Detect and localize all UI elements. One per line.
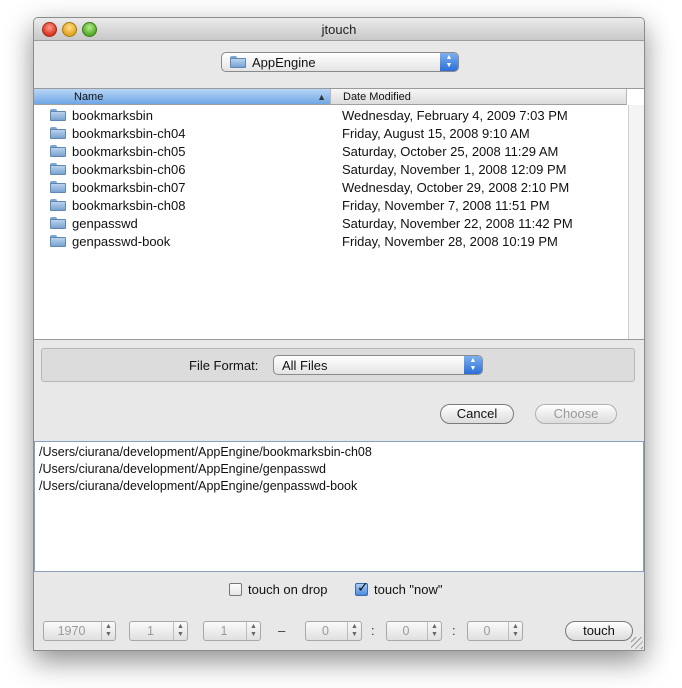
file-row[interactable]: bookmarksbin Wednesday, February 4, 2009 … xyxy=(34,107,627,125)
path-line: /Users/ciurana/development/AppEngine/gen… xyxy=(39,479,358,493)
folder-icon xyxy=(50,235,66,247)
day-value: 1 xyxy=(220,624,228,638)
file-name: genpasswd-book xyxy=(50,233,170,251)
file-name-label: genpasswd-book xyxy=(72,234,171,249)
checkmark-icon: ✓ xyxy=(357,579,369,595)
file-row[interactable]: genpasswd Saturday, November 22, 2008 11:… xyxy=(34,215,627,233)
second-value: 0 xyxy=(483,624,491,638)
file-row[interactable]: bookmarksbin-ch06 Saturday, November 1, 2… xyxy=(34,161,627,179)
file-name: bookmarksbin-ch04 xyxy=(50,125,185,143)
file-row[interactable]: bookmarksbin-ch07 Wednesday, October 29, … xyxy=(34,179,627,197)
stepper-arrows-icon[interactable]: ▲ ▼ xyxy=(246,622,260,640)
path-line: /Users/ciurana/development/AppEngine/boo… xyxy=(39,445,372,459)
file-name-label: bookmarksbin-ch05 xyxy=(72,144,186,159)
folder-icon xyxy=(50,109,66,121)
folder-icon xyxy=(50,163,66,175)
day-spinner[interactable]: 1 ▲ ▼ xyxy=(203,621,261,641)
month-spinner[interactable]: 1 ▲ ▼ xyxy=(129,621,188,641)
file-format-panel: File Format: All Files ▲ ▼ xyxy=(41,348,635,382)
app-window: jtouch AppEngine ▲ ▼ Name ▲ Date Modified… xyxy=(33,17,645,651)
file-browser[interactable]: Name ▲ Date Modified bookmarksbin Wednesd… xyxy=(34,88,644,340)
minute-value: 0 xyxy=(402,624,410,638)
file-row[interactable]: bookmarksbin-ch05 Saturday, October 25, 2… xyxy=(34,143,627,161)
file-date: Saturday, November 1, 2008 12:09 PM xyxy=(342,162,567,177)
folder-icon xyxy=(50,199,66,211)
file-name: bookmarksbin-ch07 xyxy=(50,179,185,197)
file-date: Saturday, November 22, 2008 11:42 PM xyxy=(342,216,573,231)
file-date: Friday, August 15, 2008 9:10 AM xyxy=(342,126,530,141)
file-date: Saturday, October 25, 2008 11:29 AM xyxy=(342,144,559,159)
path-line: /Users/ciurana/development/AppEngine/gen… xyxy=(39,462,326,476)
browser-scrollbar[interactable] xyxy=(628,105,644,339)
folder-icon xyxy=(50,127,66,139)
choose-button[interactable]: Choose xyxy=(535,404,617,424)
file-date: Wednesday, October 29, 2008 2:10 PM xyxy=(342,180,570,195)
file-name-label: bookmarksbin-ch04 xyxy=(72,126,186,141)
file-format-value: All Files xyxy=(282,358,328,373)
file-name: bookmarksbin-ch05 xyxy=(50,143,185,161)
updown-arrows-icon: ▲ ▼ xyxy=(440,53,458,71)
hour-spinner[interactable]: 0 ▲ ▼ xyxy=(305,621,362,641)
file-row[interactable]: genpasswd-book Friday, November 28, 2008 … xyxy=(34,233,627,251)
file-date: Friday, November 7, 2008 11:51 PM xyxy=(342,198,550,213)
stepper-arrows-icon[interactable]: ▲ ▼ xyxy=(347,622,361,640)
time-colon: : xyxy=(371,623,375,638)
folder-icon xyxy=(230,56,246,68)
folder-icon xyxy=(50,217,66,229)
time-colon: : xyxy=(452,623,456,638)
stepper-arrows-icon[interactable]: ▲ ▼ xyxy=(427,622,441,640)
window-title: jtouch xyxy=(321,22,357,37)
file-date: Friday, November 28, 2008 10:19 PM xyxy=(342,234,558,249)
touch-on-drop-checkbox[interactable] xyxy=(229,583,242,596)
stepper-arrows-icon[interactable]: ▲ ▼ xyxy=(101,622,115,640)
column-header-date[interactable]: Date Modified xyxy=(331,89,627,105)
folder-icon xyxy=(50,181,66,193)
file-name: bookmarksbin-ch06 xyxy=(50,161,185,179)
minute-spinner[interactable]: 0 ▲ ▼ xyxy=(386,621,442,641)
sort-ascending-icon: ▲ xyxy=(317,92,326,102)
column-name-label: Name xyxy=(74,91,104,103)
stepper-arrows-icon[interactable]: ▲ ▼ xyxy=(508,622,522,640)
file-name: bookmarksbin-ch08 xyxy=(50,197,185,215)
date-time-separator: – xyxy=(278,623,286,638)
file-name-label: bookmarksbin-ch07 xyxy=(72,180,186,195)
stepper-arrows-icon[interactable]: ▲ ▼ xyxy=(173,622,187,640)
touch-now-label: touch "now" xyxy=(374,582,443,597)
location-label: AppEngine xyxy=(252,55,316,70)
updown-arrows-icon: ▲ ▼ xyxy=(464,356,482,374)
file-name-label: bookmarksbin xyxy=(72,108,153,123)
file-name: genpasswd xyxy=(50,215,138,233)
selected-paths-textarea[interactable]: /Users/ciurana/development/AppEngine/boo… xyxy=(34,441,644,572)
hour-value: 0 xyxy=(322,624,329,638)
file-format-popup[interactable]: All Files ▲ ▼ xyxy=(273,355,483,375)
year-spinner[interactable]: 1970 ▲ ▼ xyxy=(43,621,116,641)
file-row[interactable]: bookmarksbin-ch08 Friday, November 7, 200… xyxy=(34,197,627,215)
file-name-label: genpasswd xyxy=(72,216,138,231)
location-popup[interactable]: AppEngine ▲ ▼ xyxy=(221,52,459,72)
file-date: Wednesday, February 4, 2009 7:03 PM xyxy=(342,108,568,123)
touch-now-checkbox[interactable]: ✓ xyxy=(355,579,369,596)
file-row[interactable]: bookmarksbin-ch04 Friday, August 15, 2008… xyxy=(34,125,627,143)
column-date-label: Date Modified xyxy=(343,91,411,103)
cancel-button[interactable]: Cancel xyxy=(440,404,514,424)
month-value: 1 xyxy=(147,624,154,638)
year-value: 1970 xyxy=(57,624,86,638)
touch-on-drop-label: touch on drop xyxy=(248,582,328,597)
resize-grip-icon[interactable] xyxy=(631,637,643,649)
file-name-label: bookmarksbin-ch08 xyxy=(72,198,186,213)
second-spinner[interactable]: 0 ▲ ▼ xyxy=(467,621,523,641)
touch-button[interactable]: touch xyxy=(565,621,633,641)
file-name-label: bookmarksbin-ch06 xyxy=(72,162,186,177)
column-header-name[interactable]: Name ▲ xyxy=(34,89,331,105)
folder-icon xyxy=(50,145,66,157)
file-format-label: File Format: xyxy=(189,358,259,373)
file-name: bookmarksbin xyxy=(50,107,153,125)
title-bar[interactable]: jtouch xyxy=(34,18,644,41)
